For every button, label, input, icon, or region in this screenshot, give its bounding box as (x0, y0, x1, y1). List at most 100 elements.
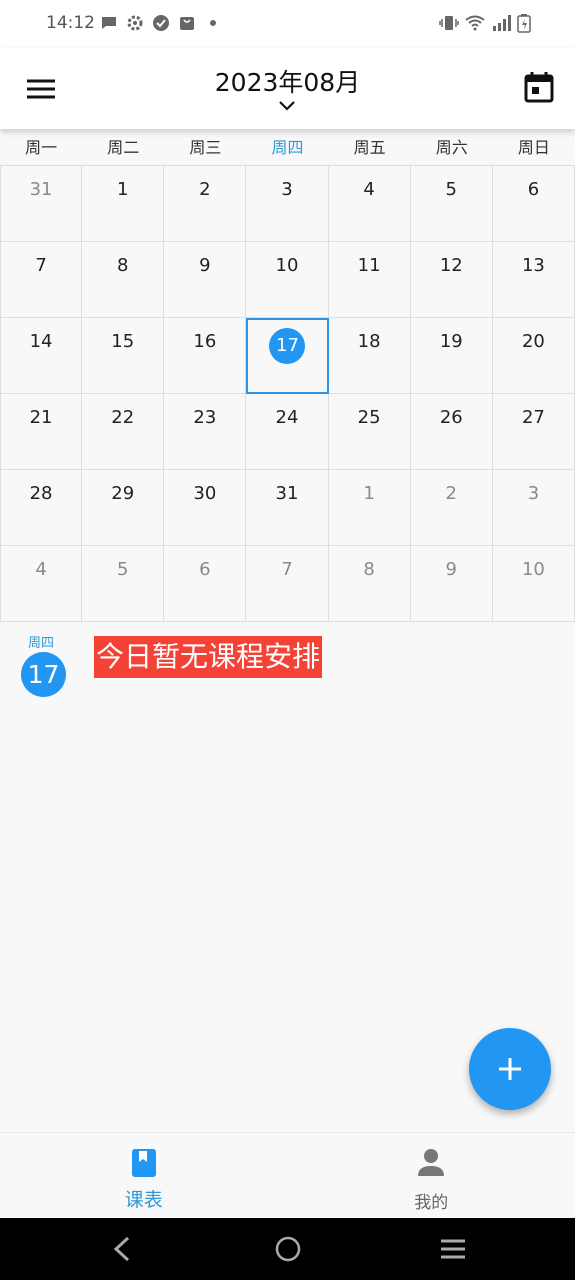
calendar-day-number: 19 (439, 331, 463, 352)
calendar-day-number: 5 (445, 179, 457, 200)
month-title[interactable]: 2023年08月 (0, 63, 575, 99)
calendar-day-number: 9 (199, 255, 211, 276)
calendar-day-number: 12 (439, 255, 463, 276)
calendar-day-number: 25 (357, 407, 381, 428)
calendar-day[interactable]: 27 (492, 394, 575, 470)
calendar-day-number: 23 (193, 407, 217, 428)
nav-label: 课表 (124, 1189, 163, 1211)
person-icon (418, 1149, 445, 1176)
recents-menu-icon[interactable] (439, 1235, 467, 1263)
calendar-day-number: 2 (199, 179, 211, 200)
calendar-day-number: 21 (29, 407, 53, 428)
calendar-day-number: 5 (116, 559, 129, 580)
wifi-icon (465, 15, 485, 31)
calendar-day-number: 24 (275, 407, 299, 428)
calendar-day-number: 17 (269, 328, 306, 364)
signal-icon (493, 15, 511, 31)
calendar-day-number: 4 (35, 559, 47, 580)
calendar-day[interactable]: 1 (328, 470, 411, 546)
calendar-day-number: 3 (281, 179, 293, 200)
app-bar: 2023年08月 (0, 48, 575, 129)
chevron-down-icon[interactable] (277, 98, 297, 112)
calendar-day[interactable]: 30 (164, 470, 247, 546)
calendar-day[interactable]: 23 (164, 394, 247, 470)
calendar-day-number: 14 (29, 331, 53, 352)
calendar-day[interactable]: 31 (0, 166, 83, 242)
calendar-day[interactable]: 6 (164, 546, 247, 622)
calendar-day[interactable]: 5 (82, 546, 165, 622)
calendar-day[interactable]: 8 (328, 546, 411, 622)
selected-day-badge: 17 (21, 652, 66, 697)
calendar-day[interactable]: 7 (246, 546, 329, 622)
notification-icons (100, 14, 222, 32)
calendar-day[interactable]: 24 (246, 394, 329, 470)
calendar-day[interactable]: 9 (164, 242, 247, 318)
calendar-day[interactable]: 9 (410, 546, 493, 622)
more-dot-icon (210, 20, 216, 26)
calendar-day-selected[interactable]: 17 (246, 318, 329, 394)
calendar-day[interactable]: 7 (0, 242, 83, 318)
home-icon[interactable] (274, 1235, 302, 1263)
calendar-day[interactable]: 21 (0, 394, 83, 470)
calendar-day-number: 16 (193, 331, 217, 352)
system-status-icons (439, 13, 531, 33)
calendar-day-number: 13 (521, 255, 545, 276)
message-icon (102, 17, 116, 29)
calendar-day-number: 1 (363, 483, 375, 504)
calendar-today-icon[interactable] (523, 70, 555, 104)
settings-icon (127, 15, 143, 31)
calendar-day-number: 6 (527, 179, 540, 200)
calendar-day[interactable]: 14 (0, 318, 83, 394)
calendar-day[interactable]: 11 (328, 242, 411, 318)
calendar-day[interactable]: 31 (246, 470, 329, 546)
back-icon[interactable] (110, 1235, 134, 1263)
calendar-day[interactable]: 20 (492, 318, 575, 394)
calendar-day[interactable]: 12 (410, 242, 493, 318)
calendar-day-number: 8 (363, 559, 375, 580)
calendar-day[interactable]: 3 (492, 470, 575, 546)
calendar-day-number: 10 (521, 559, 545, 580)
calendar-day[interactable]: 8 (82, 242, 165, 318)
weekday-label-today: 周四 (271, 138, 304, 157)
calendar-day[interactable]: 3 (246, 166, 329, 242)
calendar-day[interactable]: 10 (492, 546, 575, 622)
calendar-day[interactable]: 4 (0, 546, 83, 622)
calendar-day[interactable]: 2 (164, 166, 247, 242)
calendar-day[interactable]: 26 (410, 394, 493, 470)
calendar-day-number: 7 (281, 559, 293, 580)
calendar-day[interactable]: 2 (410, 470, 493, 546)
calendar-day[interactable]: 16 (164, 318, 247, 394)
calendar-day-number: 31 (275, 483, 299, 504)
weekday-label: 周一 (25, 138, 58, 157)
calendar-day[interactable]: 1 (82, 166, 165, 242)
nav-item-profile[interactable]: 我的 (288, 1133, 575, 1218)
no-course-message: 今日暂无课程安排 (94, 636, 323, 678)
calendar-day[interactable]: 29 (82, 470, 165, 546)
calendar-day-number: 1 (116, 179, 129, 200)
check-circle-icon (153, 15, 169, 31)
weekday-label: 周二 (107, 138, 140, 157)
calendar-day-number: 30 (193, 483, 217, 504)
calendar-day[interactable]: 5 (410, 166, 493, 242)
calendar-day[interactable]: 18 (328, 318, 411, 394)
weekday-label: 周三 (189, 138, 222, 157)
calendar-day-number: 8 (116, 255, 129, 276)
calendar-day[interactable]: 10 (246, 242, 329, 318)
calendar-day[interactable]: 6 (492, 166, 575, 242)
calendar-day[interactable]: 25 (328, 394, 411, 470)
status-bar: 14:12 (0, 0, 575, 48)
add-course-button[interactable] (469, 1028, 551, 1110)
calendar-day[interactable]: 22 (82, 394, 165, 470)
calendar-day-number: 20 (521, 331, 545, 352)
calendar-day-number: 18 (357, 331, 381, 352)
calendar-day[interactable]: 19 (410, 318, 493, 394)
calendar-day[interactable]: 13 (492, 242, 575, 318)
vibrate-icon (439, 16, 459, 30)
calendar-day-number: 4 (363, 179, 375, 200)
nav-item-schedule[interactable]: 课表 (0, 1133, 288, 1218)
calendar-day[interactable]: 4 (328, 166, 411, 242)
weekday-label: 周六 (435, 138, 468, 157)
calendar-day[interactable]: 28 (0, 470, 83, 546)
calendar-day[interactable]: 15 (82, 318, 165, 394)
book-icon (131, 1149, 156, 1177)
